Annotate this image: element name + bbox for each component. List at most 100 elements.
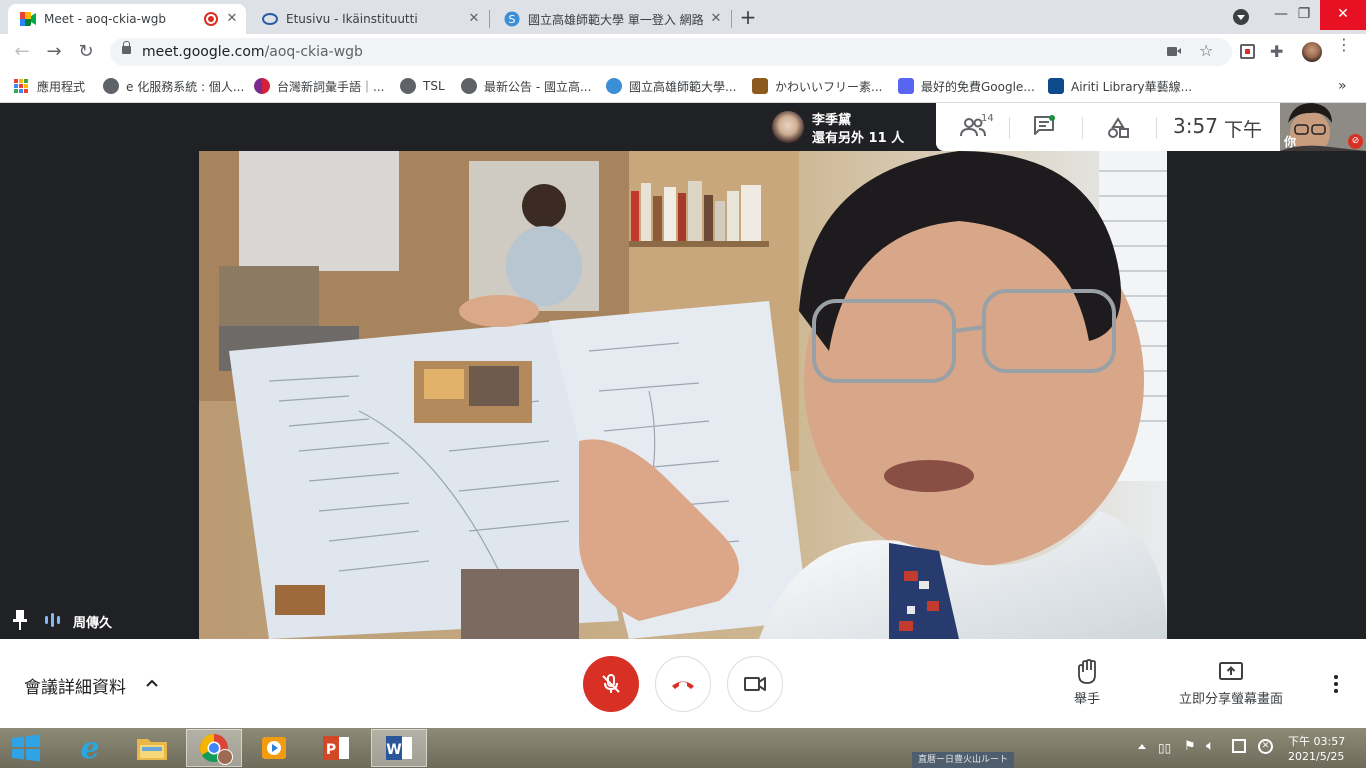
microphone-toggle-button[interactable] [583,656,639,712]
menu-kebab-icon[interactable]: ⋮ [1336,37,1352,53]
show-hidden-icons-icon[interactable] [1138,744,1146,749]
bookmark-sign-language[interactable]: 台灣新詞彙手語｜... [254,76,384,96]
close-icon[interactable]: ✕ [224,11,240,27]
presenter-info: 李季黛 還有另外 11 人 [764,103,936,151]
bookmark-irasutoya[interactable]: かわいいフリー素... [752,76,882,96]
network-icon[interactable] [1232,739,1246,753]
bookmark-label: TSL [423,79,445,93]
activities-button[interactable] [1107,117,1129,139]
device-icon[interactable]: ▯▯ [1158,741,1171,755]
url-host: meet.google.com [142,44,265,60]
recording-icon [204,12,218,26]
bookmark-label: e 化服務系統 : 個人... [126,79,245,94]
present-now-label: 立即分享螢幕畫面 [1179,692,1284,707]
tab-etusivu[interactable]: Etusivu - Ikäinstituutti ✕ [250,4,488,34]
camera-indicator-icon[interactable] [1167,47,1181,56]
bookmarks-bar: 應用程式 e 化服務系統 : 個人... 台灣新詞彙手語｜... TSL 最新公… [0,70,1366,103]
media-player-icon [262,737,286,759]
bookmark-news[interactable]: 最新公告 - 國立高... [461,76,591,96]
tab-separator [731,10,732,28]
video-frame-illustration [199,151,1167,639]
presenter-name: 李季黛 [812,113,852,128]
forward-button[interactable]: → [40,38,68,66]
close-notification-icon[interactable]: ✕ [1258,739,1273,754]
tab-title: Meet - aoq-ckia-wgb [44,12,167,26]
volume-icon[interactable]: 🔈︎ [1206,738,1214,754]
pin-icon[interactable] [13,610,27,630]
tab-search-icon[interactable] [1233,9,1249,25]
extension-icon[interactable] [1240,44,1255,59]
mic-off-icon [602,674,620,693]
back-button[interactable]: ← [8,38,36,66]
muted-mic-icon: ⊘ [1348,134,1363,149]
chevron-up-icon[interactable] [144,675,160,691]
taskbar-clock-date[interactable]: 2021/5/25 [1288,750,1344,763]
hand-icon [1078,659,1096,684]
bookmark-label: 台灣新詞彙手語｜... [277,79,385,94]
bookmark-nknu[interactable]: 國立高雄師範大學... [606,76,736,96]
sign-language-icon [254,78,270,94]
more-bookmarks-button[interactable]: » [1338,76,1347,96]
presenter-avatar [772,111,804,143]
divider [1082,117,1083,139]
google-meet-icon [20,11,36,27]
taskbar-word[interactable]: W [371,729,427,767]
chat-button[interactable] [1033,115,1059,139]
start-button[interactable] [0,729,52,767]
bookmark-e-service[interactable]: e 化服務系統 : 個人... [103,76,244,96]
close-icon[interactable]: ✕ [466,11,482,27]
globe-icon [461,78,477,94]
taskbar-chrome[interactable] [186,729,242,767]
taskbar-clock-time[interactable]: 下午 03:57 [1288,733,1345,749]
present-now-button[interactable]: 立即分享螢幕畫面 [1176,659,1288,709]
audio-level-icon [44,612,62,628]
windows-taskbar: e P W 直暦ー日豊火山ルート ▯▯ ⚑ 🔈︎ ✕ 下午 03:57 2021… [0,728,1366,768]
close-icon[interactable]: ✕ [708,11,724,27]
window-close-button[interactable]: ✕ [1320,0,1366,30]
taskbar-file-explorer[interactable] [124,729,180,767]
reload-button[interactable]: ↻ [72,38,100,66]
self-label: 你 [1284,135,1297,149]
taskbar-powerpoint[interactable]: P [308,729,364,767]
url-path: /aoq-ckia-wgb [264,44,363,60]
participants-button[interactable]: 14 [956,113,996,141]
meet-top-panel: 14 3:57 下午 [936,103,1280,151]
bookmark-apps[interactable]: 應用程式 [14,76,85,96]
windows-logo-icon [12,734,40,762]
bookmark-tsl[interactable]: TSL [400,76,445,96]
chat-icon [1034,115,1055,135]
raise-hand-label: 舉手 [1074,692,1101,707]
taskbar-video-app[interactable] [246,729,302,767]
nknu-icon [606,78,622,94]
hang-up-icon [672,681,694,689]
svg-text:S: S [509,13,516,26]
lock-icon [122,41,131,54]
raise-hand-button[interactable]: 舉手 [1063,659,1113,709]
extensions-puzzle-icon[interactable]: ✚ [1270,42,1283,61]
taskbar-internet-explorer[interactable]: e [62,729,118,767]
bookmark-label: かわいいフリー素... [775,79,883,94]
leave-call-button[interactable] [655,656,711,712]
divider [1009,117,1010,139]
meeting-details-button[interactable]: 會議詳細資料 [24,673,126,698]
tab-meet[interactable]: Meet - aoq-ckia-wgb ✕ [8,4,246,34]
bookmark-airiti[interactable]: Airiti Library華藝線... [1048,76,1192,96]
folder-icon [137,739,167,760]
svg-text:W: W [386,742,401,758]
bookmark-label: 最新公告 - 國立高... [484,79,592,94]
bookmark-google-free[interactable]: 最好的免費Google... [898,76,1035,96]
profile-avatar[interactable] [1302,42,1322,62]
apps-grid-icon [14,79,28,93]
bookmark-star-icon[interactable]: ☆ [1199,41,1213,60]
camera-toggle-button[interactable] [727,656,783,712]
new-tab-button[interactable]: + [736,6,760,30]
url-text: meet.google.com/aoq-ckia-wgb [142,38,363,66]
action-center-flag-icon[interactable]: ⚑ [1184,739,1196,754]
tab-nknu-sso[interactable]: S 國立高雄師範大學 單一登入 網路 ✕ [492,4,730,34]
irasutoya-icon [752,78,768,94]
self-video-tile[interactable]: 你 ⊘ [1280,103,1366,151]
more-options-icon[interactable] [1328,673,1344,695]
address-bar[interactable]: meet.google.com/aoq-ckia-wgb ☆ [110,38,1232,66]
globe-icon [103,78,119,94]
airiti-icon [1048,78,1064,94]
